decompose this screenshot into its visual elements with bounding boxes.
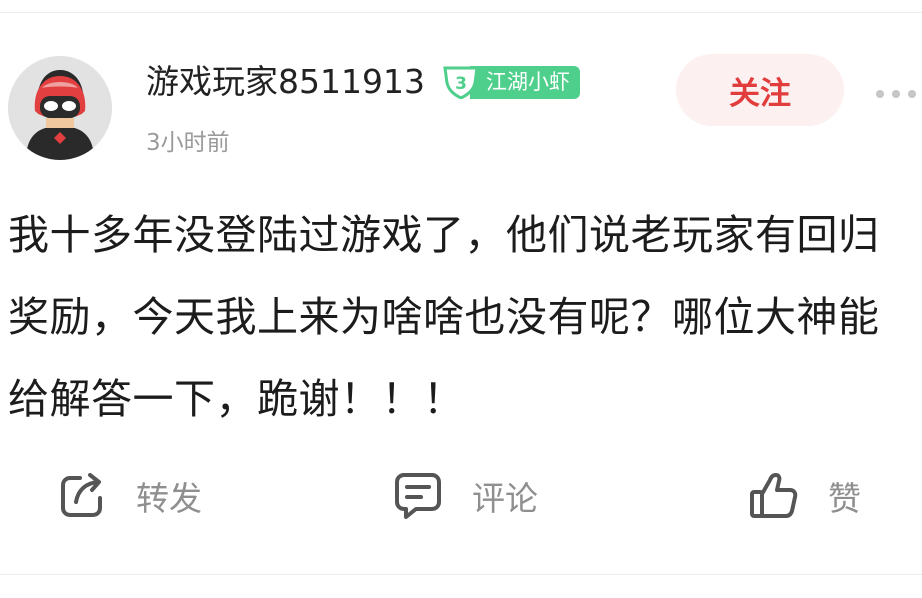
share-label: 转发 — [136, 479, 202, 518]
post-time: 3小时前 — [146, 130, 230, 156]
more-dot — [892, 90, 900, 98]
thumbs-up-icon — [748, 470, 800, 522]
level-title: 江湖小虾 — [470, 66, 580, 99]
avatar[interactable] — [8, 56, 112, 160]
like-label: 赞 — [828, 479, 861, 518]
level-badge: 3 江湖小虾 — [442, 66, 580, 99]
post-content: 我十多年没登陆过游戏了，他们说老玩家有回归奖励，今天我上来为啥啥也没有呢？哪位大… — [8, 211, 880, 423]
like-button[interactable]: 赞 — [748, 468, 861, 524]
post-card: 游戏玩家8511913 3 江湖小虾 3小时前 关注 我十多年没登陆过游戏了，他… — [0, 0, 922, 598]
top-divider — [0, 12, 922, 13]
level-number: 3 — [455, 74, 467, 94]
comment-icon — [392, 470, 444, 522]
more-dot — [908, 90, 916, 98]
bottom-divider — [0, 574, 922, 575]
more-dots-icon[interactable] — [876, 84, 922, 104]
more-dot — [876, 90, 884, 98]
level-shield-icon: 3 — [442, 66, 480, 99]
author-username[interactable]: 游戏玩家8511913 — [146, 62, 425, 102]
share-icon — [56, 470, 108, 522]
comment-button[interactable]: 评论 — [392, 468, 538, 524]
follow-button[interactable]: 关注 — [676, 54, 844, 126]
comment-label: 评论 — [472, 479, 538, 518]
share-button[interactable]: 转发 — [56, 468, 202, 524]
masked-character-avatar-icon — [8, 56, 112, 160]
